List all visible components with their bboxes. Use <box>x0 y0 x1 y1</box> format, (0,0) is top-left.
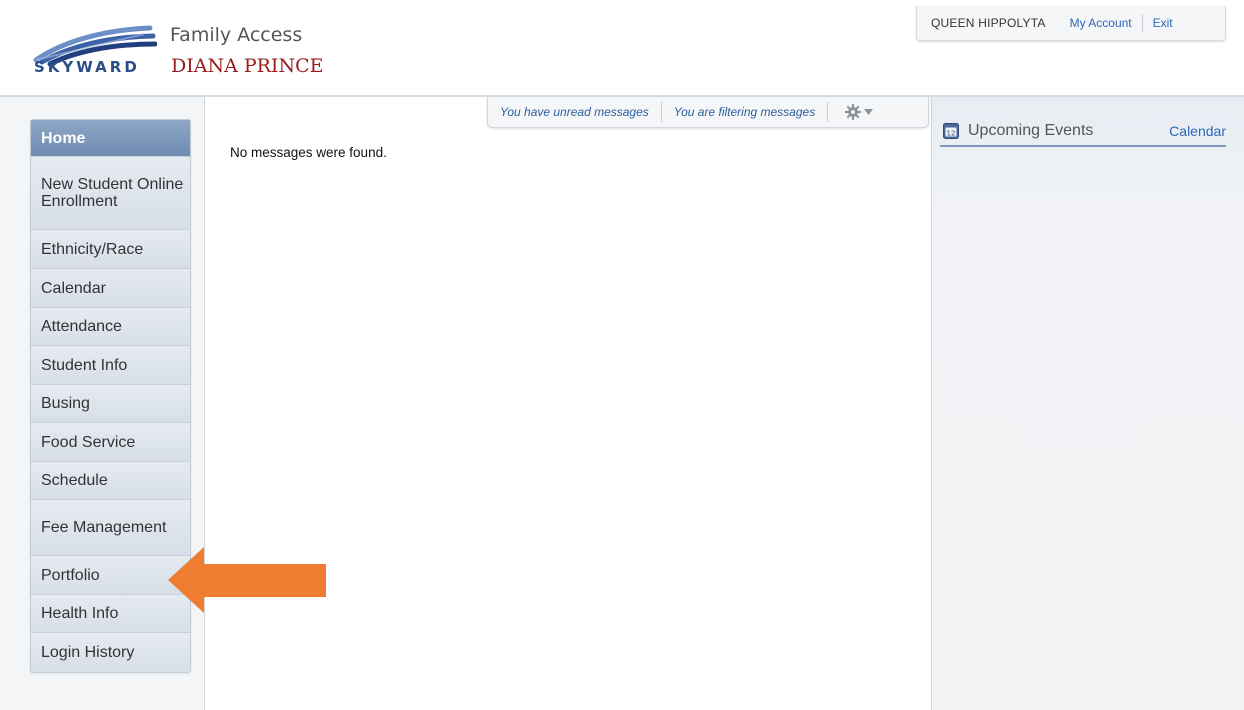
logo-wordmark: SKYWARD <box>34 58 140 76</box>
chevron-down-icon <box>864 109 874 115</box>
nav-item-calendar[interactable]: Calendar <box>31 269 190 308</box>
left-sidebar: Home New Student Online Enrollment Ethni… <box>0 97 205 710</box>
calendar-icon: 12 <box>943 123 959 139</box>
nav-menu: Home New Student Online Enrollment Ethni… <box>30 119 191 673</box>
orange-arrow-pointer <box>168 547 326 613</box>
nav-item-new-student-online-enrollment[interactable]: New Student Online Enrollment <box>31 157 190 230</box>
nav-item-attendance[interactable]: Attendance <box>31 308 190 346</box>
nav-item-ethnicity-race[interactable]: Ethnicity/Race <box>31 230 190 269</box>
right-sidebar: 12 Upcoming Events Calendar <box>931 97 1244 710</box>
main-content: You have unread messages You are filteri… <box>205 97 930 710</box>
user-bar: QUEEN HIPPOLYTA My Account Exit <box>916 6 1226 41</box>
page-header: SKYWARD Family Access DIANA PRINCE QUEEN… <box>0 0 1244 97</box>
nav-item-food-service[interactable]: Food Service <box>31 423 190 462</box>
nav-item-health-info[interactable]: Health Info <box>31 595 190 633</box>
nav-item-home[interactable]: Home <box>31 120 190 157</box>
exit-link[interactable]: Exit <box>1143 16 1183 30</box>
gear-icon <box>845 104 862 120</box>
message-toolbar: You have unread messages You are filteri… <box>487 97 929 128</box>
nav-item-login-history[interactable]: Login History <box>31 633 190 672</box>
upcoming-events-title: Upcoming Events <box>968 122 1094 139</box>
nav-item-busing[interactable]: Busing <box>31 385 190 423</box>
user-name: QUEEN HIPPOLYTA <box>931 16 1046 30</box>
app-title: Family Access <box>170 24 303 46</box>
student-name: DIANA PRINCE <box>171 55 324 77</box>
unread-messages-link[interactable]: You have unread messages <box>488 105 661 119</box>
filtering-messages-link[interactable]: You are filtering messages <box>662 105 827 119</box>
nav-item-portfolio[interactable]: Portfolio <box>31 556 190 595</box>
calendar-icon-number: 12 <box>947 130 956 138</box>
nav-item-fee-management[interactable]: Fee Management <box>31 500 190 556</box>
empty-messages-text: No messages were found. <box>230 145 387 160</box>
nav-item-schedule[interactable]: Schedule <box>31 462 190 500</box>
my-account-link[interactable]: My Account <box>1060 16 1142 30</box>
calendar-link[interactable]: Calendar <box>1169 123 1226 139</box>
settings-menu-button[interactable] <box>828 103 879 121</box>
nav-item-student-info[interactable]: Student Info <box>31 346 190 385</box>
upcoming-events-header: 12 Upcoming Events Calendar <box>940 117 1226 147</box>
